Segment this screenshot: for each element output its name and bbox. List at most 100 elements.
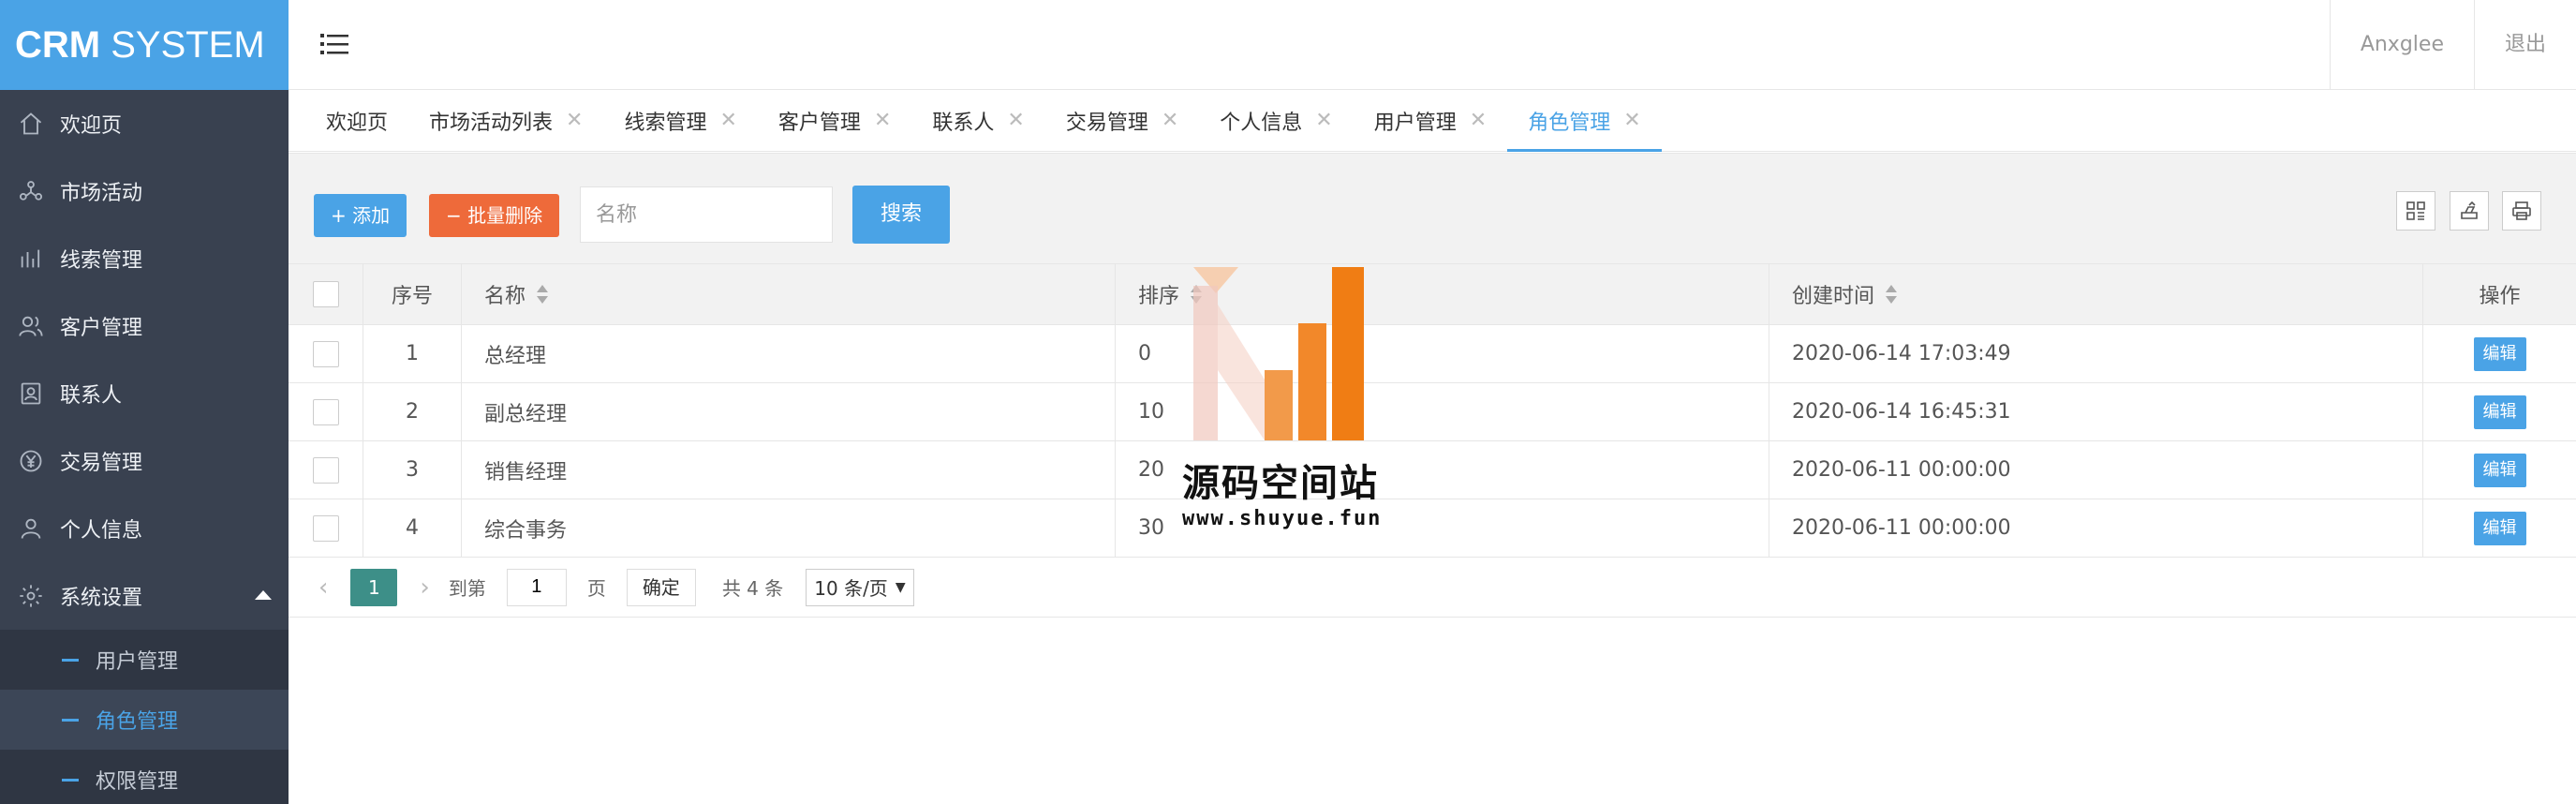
table-row: 4 综合事务 30 2020-06-11 00:00:00 编辑 bbox=[289, 499, 2576, 558]
export-icon[interactable] bbox=[2450, 191, 2489, 231]
header-sort[interactable]: 排序 bbox=[1116, 264, 1769, 324]
close-icon[interactable]: ✕ bbox=[1470, 109, 1487, 132]
tab-profile[interactable]: 个人信息 ✕ bbox=[1199, 90, 1353, 151]
header-name[interactable]: 名称 bbox=[462, 264, 1116, 324]
sidebar-item-contacts[interactable]: 联系人 bbox=[0, 360, 289, 427]
search-input[interactable] bbox=[580, 186, 833, 243]
sidebar-item-settings[interactable]: 系统设置 bbox=[0, 562, 289, 630]
page-tabs: 欢迎页 市场活动列表 ✕ 线索管理 ✕ 客户管理 ✕ 联系人 ✕ 交易管理 ✕ 个人信息 ✕… bbox=[289, 90, 2576, 152]
close-icon[interactable]: ✕ bbox=[1162, 109, 1178, 132]
app-logo[interactable]: CRM SYSTEM bbox=[0, 0, 289, 90]
close-icon[interactable]: ✕ bbox=[1007, 109, 1024, 132]
close-icon[interactable]: ✕ bbox=[566, 109, 583, 132]
pagination: ‹ 1 › 到第 页 确定 共 4 条 10 条/页 ▼ bbox=[289, 558, 2576, 618]
header-created[interactable]: 创建时间 bbox=[1769, 264, 2423, 324]
edit-button[interactable]: 编辑 bbox=[2473, 336, 2526, 371]
logout-button[interactable]: 退出 bbox=[2473, 0, 2576, 90]
gear-icon bbox=[17, 582, 45, 610]
sort-icon[interactable] bbox=[1886, 284, 1898, 305]
row-created: 2020-06-11 00:00:00 bbox=[1769, 441, 2423, 499]
tab-marketing-list[interactable]: 市场活动列表 ✕ bbox=[408, 90, 603, 151]
add-button[interactable]: + 添加 bbox=[314, 194, 407, 237]
edit-button[interactable]: 编辑 bbox=[2473, 453, 2526, 487]
close-icon[interactable]: ✕ bbox=[1315, 109, 1332, 132]
row-sort: 0 bbox=[1116, 325, 1769, 382]
row-sort: 30 bbox=[1116, 499, 1769, 557]
columns-filter-icon[interactable] bbox=[2396, 191, 2435, 231]
tab-label: 个人信息 bbox=[1220, 111, 1303, 135]
submenu-item-users[interactable]: 用户管理 bbox=[0, 630, 289, 690]
print-icon[interactable] bbox=[2502, 191, 2541, 231]
tab-label: 线索管理 bbox=[624, 111, 707, 135]
table-row: 2 副总经理 10 2020-06-14 16:45:31 编辑 bbox=[289, 383, 2576, 441]
sidebar-item-profile[interactable]: 个人信息 bbox=[0, 495, 289, 562]
row-name: 总经理 bbox=[462, 325, 1116, 382]
edit-button[interactable]: 编辑 bbox=[2473, 511, 2526, 545]
tab-deals[interactable]: 交易管理 ✕ bbox=[1045, 90, 1199, 151]
sidebar-item-label: 个人信息 bbox=[60, 519, 143, 543]
dash-icon bbox=[62, 659, 79, 662]
tab-label: 欢迎页 bbox=[326, 111, 389, 135]
row-name: 综合事务 bbox=[462, 499, 1116, 557]
sidebar-item-welcome[interactable]: 欢迎页 bbox=[0, 90, 289, 157]
table-row: 1 总经理 0 2020-06-14 17:03:49 编辑 bbox=[289, 325, 2576, 383]
row-created: 2020-06-14 16:45:31 bbox=[1769, 383, 2423, 440]
dash-icon bbox=[62, 719, 79, 722]
select-all-checkbox[interactable] bbox=[312, 281, 339, 307]
prev-page-icon[interactable]: ‹ bbox=[307, 573, 339, 602]
row-checkbox[interactable] bbox=[312, 456, 339, 484]
row-sort: 10 bbox=[1116, 383, 1769, 440]
tab-label: 用户管理 bbox=[1373, 111, 1457, 135]
chevron-up-icon bbox=[255, 590, 272, 600]
confirm-page-button[interactable]: 确定 bbox=[626, 568, 696, 606]
tab-label: 市场活动列表 bbox=[429, 111, 554, 135]
sidebar-item-customers[interactable]: 客户管理 bbox=[0, 292, 289, 360]
tab-customers[interactable]: 客户管理 ✕ bbox=[758, 90, 911, 151]
table-header: 序号 名称 排序 创建时间 操作 bbox=[289, 263, 2576, 325]
tab-welcome[interactable]: 欢迎页 bbox=[305, 90, 408, 151]
logo-bold-text: CRM bbox=[15, 24, 101, 66]
sidebar-item-leads[interactable]: 线索管理 bbox=[0, 225, 289, 292]
sidebar-item-label: 客户管理 bbox=[60, 317, 143, 340]
page-1-button[interactable]: 1 bbox=[350, 568, 398, 606]
row-sort: 20 bbox=[1116, 441, 1769, 499]
row-checkbox[interactable] bbox=[312, 340, 339, 367]
sidebar-item-label: 市场活动 bbox=[60, 182, 143, 205]
sidebar-item-label: 联系人 bbox=[60, 384, 123, 408]
chevron-down-icon: ▼ bbox=[895, 579, 906, 595]
row-check-cell bbox=[289, 383, 363, 440]
submenu-item-roles[interactable]: 角色管理 bbox=[0, 690, 289, 750]
sidebar-item-marketing[interactable]: 市场活动 bbox=[0, 157, 289, 225]
people-network-icon bbox=[17, 177, 45, 205]
submenu-item-label: 用户管理 bbox=[96, 650, 179, 674]
next-page-icon[interactable]: › bbox=[408, 573, 440, 602]
row-index: 1 bbox=[363, 325, 462, 382]
search-button[interactable]: 搜索 bbox=[852, 186, 950, 244]
close-icon[interactable]: ✕ bbox=[1623, 109, 1640, 132]
page-size-select[interactable]: 10 条/页 ▼ bbox=[806, 568, 914, 606]
sort-icon[interactable] bbox=[537, 284, 549, 305]
tab-contacts[interactable]: 联系人 ✕ bbox=[911, 90, 1044, 151]
submenu-item-permissions[interactable]: 权限管理 bbox=[0, 750, 289, 804]
row-name: 副总经理 bbox=[462, 383, 1116, 440]
close-icon[interactable]: ✕ bbox=[719, 109, 736, 132]
tab-roles[interactable]: 角色管理 ✕ bbox=[1507, 90, 1663, 152]
row-index: 3 bbox=[363, 441, 462, 499]
tab-users[interactable]: 用户管理 ✕ bbox=[1354, 90, 1507, 151]
page-size-value: 10 条/页 bbox=[814, 577, 888, 600]
tab-leads[interactable]: 线索管理 ✕ bbox=[603, 90, 757, 151]
row-checkbox[interactable] bbox=[312, 398, 339, 425]
goto-label: 到第 bbox=[448, 577, 486, 600]
sort-icon[interactable] bbox=[1191, 284, 1203, 305]
customers-icon bbox=[17, 312, 45, 340]
edit-button[interactable]: 编辑 bbox=[2473, 395, 2526, 429]
row-created: 2020-06-14 17:03:49 bbox=[1769, 325, 2423, 382]
row-checkbox[interactable] bbox=[312, 514, 339, 542]
page-number-input[interactable] bbox=[506, 568, 567, 606]
batch-delete-button[interactable]: − 批量删除 bbox=[429, 194, 560, 237]
user-name-button[interactable]: Anxglee bbox=[2329, 0, 2474, 90]
header-label: 名称 bbox=[484, 285, 526, 308]
sidebar-item-deals[interactable]: 交易管理 bbox=[0, 427, 289, 495]
close-icon[interactable]: ✕ bbox=[874, 109, 891, 132]
menu-toggle-icon[interactable] bbox=[318, 28, 350, 60]
